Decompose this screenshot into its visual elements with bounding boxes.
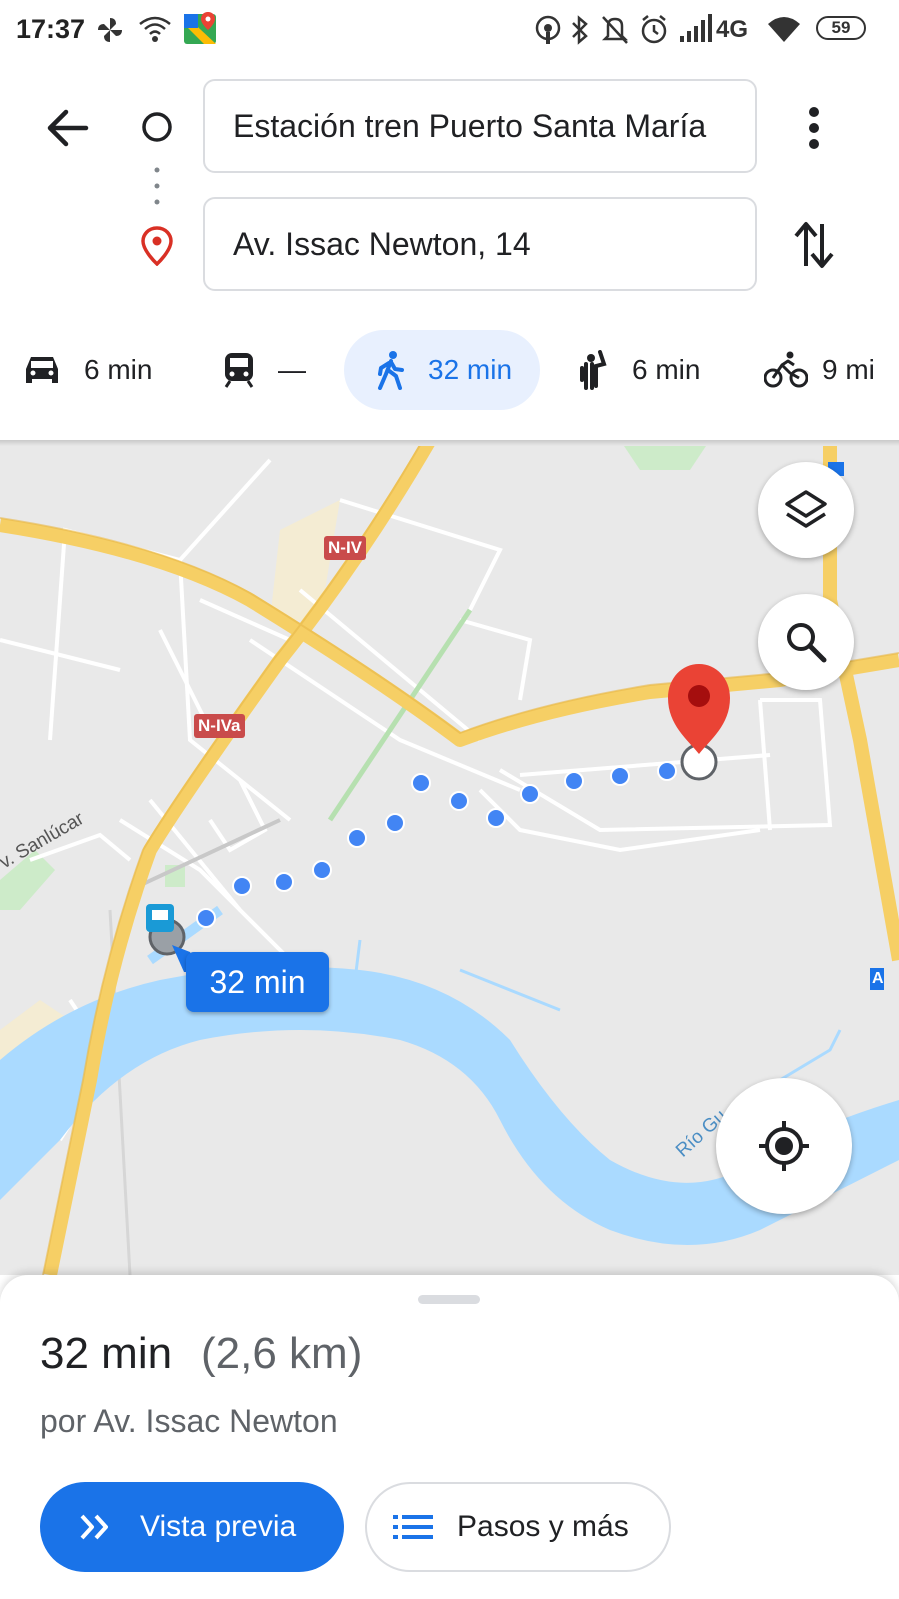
my-location-button[interactable] [716, 1078, 852, 1214]
route-distance: (2,6 km) [201, 1329, 363, 1378]
fan-icon [98, 18, 122, 42]
mode-bike[interactable]: 9 mi [764, 330, 899, 410]
train-icon [224, 353, 254, 388]
mode-car[interactable]: 6 min [22, 330, 172, 410]
mode-transit[interactable]: — [222, 330, 312, 410]
double-chevron-icon [80, 1514, 108, 1540]
mode-rideshare-label: 6 min [632, 354, 701, 385]
bluetooth-icon [572, 15, 588, 45]
origin-circle-icon [142, 112, 172, 142]
mode-car-label: 6 min [84, 354, 153, 385]
mute-icon [601, 16, 629, 44]
search-button[interactable] [758, 594, 854, 690]
mode-walk-label: 32 min [428, 354, 513, 385]
network-type: 4G [716, 16, 749, 43]
battery-level: 59 [831, 18, 851, 37]
car-icon [26, 357, 58, 383]
mode-walk[interactable]: 32 min [344, 330, 540, 410]
status-time: 17:37 [16, 14, 86, 44]
preview-button[interactable]: Vista previa [40, 1482, 344, 1572]
sheet-drag-handle[interactable] [418, 1295, 480, 1304]
layers-button[interactable] [758, 462, 854, 558]
swap-icon[interactable] [792, 220, 836, 270]
destination-pin-icon [141, 226, 173, 266]
map-view[interactable]: N-IV N-IVa v. Sanlúcar Río Gu A 32 min [0, 440, 899, 1275]
hotspot-icon [535, 15, 561, 44]
destination-input[interactable]: Av. Issac Newton, 14 [203, 197, 757, 291]
status-bar: 17:37 4G 59 [0, 0, 899, 62]
road-label-n-iv: N-IV [324, 536, 366, 560]
wifi-icon [768, 17, 800, 42]
battery-indicator: 59 [816, 16, 866, 40]
list-icon [393, 1515, 433, 1539]
layers-icon [785, 490, 827, 528]
mode-bike-label: 9 mi [822, 354, 875, 385]
preview-label: Vista previa [140, 1510, 297, 1543]
route-sheet[interactable]: 32 min (2,6 km) por Av. Issac Newton Vis… [0, 1275, 899, 1599]
rideshare-icon [580, 350, 607, 390]
steps-button[interactable]: Pasos y más [365, 1482, 671, 1572]
mode-rideshare[interactable]: 6 min [578, 330, 718, 410]
route-dots-icon [154, 167, 160, 205]
bike-icon [764, 351, 808, 388]
maps-app-icon [184, 12, 216, 44]
origin-input[interactable]: Estación tren Puerto Santa María [203, 79, 757, 173]
map-top-shadow [0, 440, 899, 446]
my-location-icon [759, 1121, 809, 1171]
route-duration: 32 min [40, 1329, 173, 1378]
back-arrow-icon[interactable] [46, 106, 90, 150]
alarm-icon [641, 15, 667, 44]
mode-transit-label: — [278, 354, 306, 385]
map-edge-label: A [872, 970, 884, 987]
road-label-n-iva: N-IVa [194, 714, 245, 738]
wifi-icon [139, 16, 171, 42]
steps-label: Pasos y más [457, 1510, 629, 1543]
route-via: por Av. Issac Newton [40, 1403, 338, 1439]
directions-header: Estación tren Puerto Santa María Av. Iss… [0, 62, 899, 320]
walk-icon [378, 351, 404, 390]
more-options-icon[interactable] [806, 106, 822, 150]
route-time-chip[interactable]: 32 min [186, 952, 329, 1012]
travel-mode-bar: 6 min — 32 min 6 min 9 mi [0, 322, 899, 440]
search-icon [787, 623, 827, 663]
signal-icon [680, 14, 712, 42]
